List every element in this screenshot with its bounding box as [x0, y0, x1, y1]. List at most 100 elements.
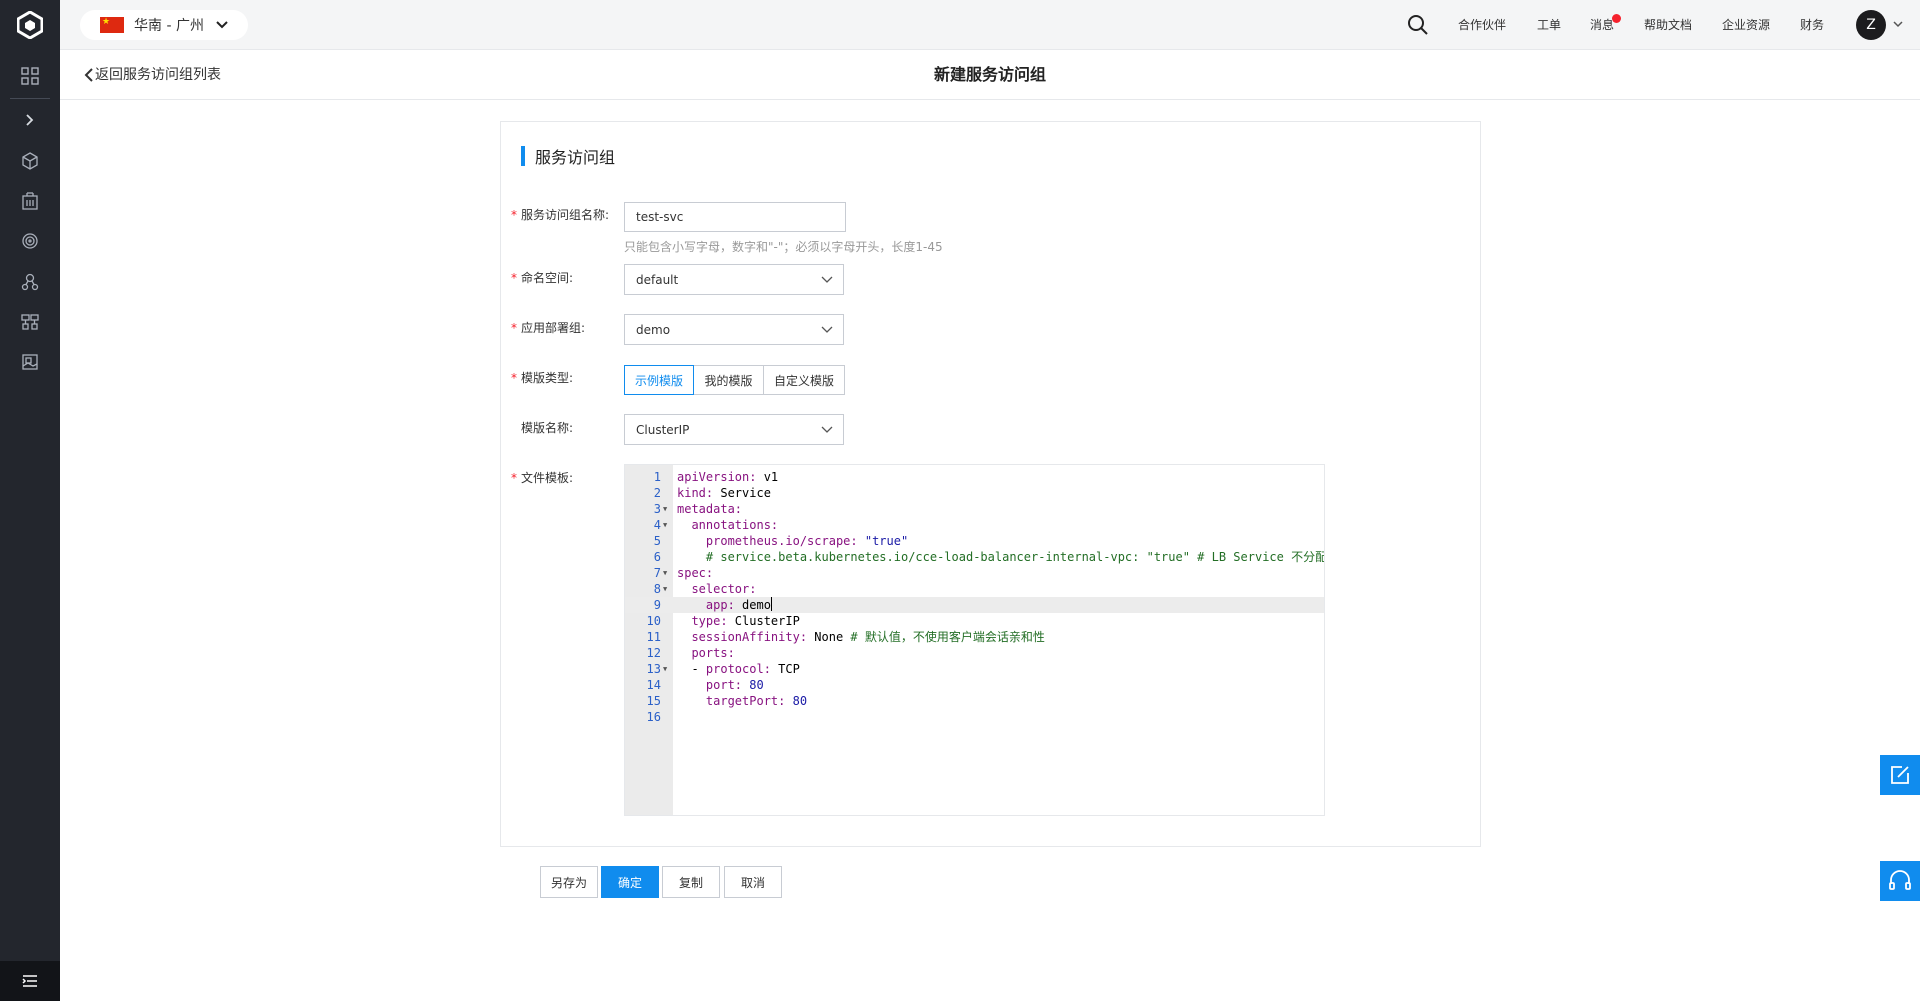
chevron-down-icon	[821, 276, 833, 283]
code-line[interactable]: 1 apiVersion: v1	[625, 469, 1324, 485]
code-line[interactable]: 12 ports:	[625, 645, 1324, 661]
line-number: 12	[646, 646, 661, 660]
code-text: - protocol: TCP	[677, 662, 800, 676]
deploy-group-select[interactable]: demo	[624, 314, 844, 345]
code-text: metadata:	[677, 502, 743, 516]
template-name-value: ClusterIP	[636, 422, 690, 437]
code-line[interactable]: 10 type: ClusterIP	[625, 613, 1324, 629]
deploy-group-label: * 应用部署组:	[511, 321, 586, 335]
required-mark: *	[511, 471, 517, 485]
code-line[interactable]: 13 ▼ - protocol: TCP	[625, 661, 1324, 677]
chevron-down-icon[interactable]	[1892, 18, 1904, 30]
cluster-icon[interactable]	[18, 310, 42, 334]
page-header: 新建服务访问组 返回服务访问组列表	[60, 50, 1920, 100]
yaml-code-editor[interactable]: 1 apiVersion: v1 2 kind: Service 3 ▼ metadata:…	[624, 464, 1325, 816]
code-text: sessionAffinity: None # 默认值，不使用客户端会话亲和性	[677, 630, 1045, 644]
code-text: targetPort: 80	[677, 694, 808, 708]
code-text: # service.beta.kubernetes.io/cce-load-ba…	[677, 550, 1325, 564]
code-line[interactable]: 7 ▼ spec:	[625, 565, 1324, 581]
code-line[interactable]: 16	[625, 709, 1324, 725]
building-icon[interactable]	[18, 189, 42, 213]
line-number: 3	[653, 502, 661, 516]
sidebar-divider	[10, 98, 50, 99]
line-number: 11	[646, 630, 661, 644]
partner-link[interactable]: 合作伙伴	[1458, 16, 1506, 34]
line-number: 16	[646, 710, 661, 724]
chevron-down-icon	[216, 21, 228, 29]
users-icon[interactable]	[18, 270, 42, 294]
deploy-group-value: demo	[636, 322, 671, 337]
code-text: kind: Service	[677, 486, 771, 500]
namespace-value: default	[636, 272, 679, 287]
code-line[interactable]: 2 kind: Service	[625, 485, 1324, 501]
region-label: 华南 - 广州	[134, 18, 204, 34]
required-mark: *	[511, 208, 517, 222]
region-selector[interactable]: 华南 - 广州	[80, 10, 248, 40]
namespace-label: * 命名空间:	[511, 271, 574, 285]
line-number: 10	[646, 614, 661, 628]
finance-link[interactable]: 财务	[1800, 16, 1824, 34]
chevron-down-icon	[821, 326, 833, 333]
code-text: type: ClusterIP	[677, 614, 800, 628]
template-type-mine[interactable]: 我的模版	[693, 365, 764, 395]
menu-icon[interactable]	[0, 961, 60, 1001]
section-header: 服务访问组	[521, 146, 615, 167]
line-number: 9	[653, 598, 661, 612]
search-icon[interactable]	[1407, 14, 1429, 36]
avatar[interactable]: Z	[1856, 10, 1886, 40]
code-line[interactable]: 8 ▼ selector:	[625, 581, 1324, 597]
back-link-label: 返回服务访问组列表	[95, 67, 221, 83]
code-line[interactable]: 5 prometheus.io/scrape: "true"	[625, 533, 1324, 549]
target-icon[interactable]	[18, 229, 42, 253]
china-flag-icon	[100, 16, 124, 33]
ticket-link[interactable]: 工单	[1537, 16, 1561, 34]
code-text: prometheus.io/scrape: "true"	[677, 534, 909, 548]
notification-dot	[1612, 14, 1621, 23]
code-text: spec:	[677, 566, 714, 580]
template-name-select[interactable]: ClusterIP	[624, 414, 844, 445]
code-line[interactable]: 3 ▼ metadata:	[625, 501, 1324, 517]
page-title: 新建服务访问组	[933, 65, 1046, 84]
message-link[interactable]: 消息	[1590, 16, 1614, 34]
help-docs-link[interactable]: 帮助文档	[1644, 16, 1692, 34]
image-icon[interactable]	[18, 350, 42, 374]
line-number: 2	[653, 486, 661, 500]
code-line[interactable]: 4 ▼ annotations:	[625, 517, 1324, 533]
template-type-custom[interactable]: 自定义模版	[763, 365, 845, 395]
enterprise-resources-link[interactable]: 企业资源	[1722, 16, 1770, 34]
code-line[interactable]: 15 targetPort: 80	[625, 693, 1324, 709]
chevron-down-icon	[821, 426, 833, 433]
fold-toggle-icon[interactable]: ▼	[663, 501, 667, 517]
fold-toggle-icon[interactable]: ▼	[663, 517, 667, 533]
fold-toggle-icon[interactable]: ▼	[663, 581, 667, 597]
fold-toggle-icon[interactable]: ▼	[663, 565, 667, 581]
code-line[interactable]: 9 app: demo	[625, 597, 1324, 613]
fold-toggle-icon[interactable]: ▼	[663, 661, 667, 677]
back-to-list-link[interactable]: 返回服务访问组列表	[83, 65, 221, 85]
code-line[interactable]: 6 # service.beta.kubernetes.io/cce-load-…	[625, 549, 1325, 565]
required-mark: *	[511, 321, 517, 335]
headset-icon[interactable]	[1880, 861, 1920, 901]
chevron-right-icon[interactable]	[18, 108, 42, 132]
service-access-group-form: 服务访问组 * 服务访问组名称: test-svc 只能包含小写字母，数字和"-"…	[500, 121, 1481, 847]
code-line[interactable]: 14 port: 80	[625, 677, 1324, 693]
name-input[interactable]: test-svc	[624, 202, 846, 232]
code-line[interactable]: 11 sessionAffinity: None # 默认值，不使用客户端会话亲…	[625, 629, 1324, 645]
confirm-button[interactable]: 确定	[601, 866, 659, 898]
code-text: selector:	[677, 582, 757, 596]
save-as-button[interactable]: 另存为	[540, 866, 598, 898]
required-mark: *	[511, 371, 517, 385]
text-cursor	[770, 597, 772, 611]
copy-button[interactable]: 复制	[662, 866, 720, 898]
template-type-example[interactable]: 示例模版	[624, 365, 694, 395]
code-text: apiVersion: v1	[677, 470, 779, 484]
line-number: 1	[653, 470, 661, 484]
cube-logo-icon[interactable]	[0, 0, 60, 50]
left-sidebar	[0, 0, 60, 1001]
edit-icon[interactable]	[1880, 755, 1920, 795]
line-number: 14	[646, 678, 661, 692]
cancel-button[interactable]: 取消	[724, 866, 782, 898]
namespace-select[interactable]: default	[624, 264, 844, 295]
cube-icon[interactable]	[18, 149, 42, 173]
grid-icon[interactable]	[18, 64, 42, 88]
